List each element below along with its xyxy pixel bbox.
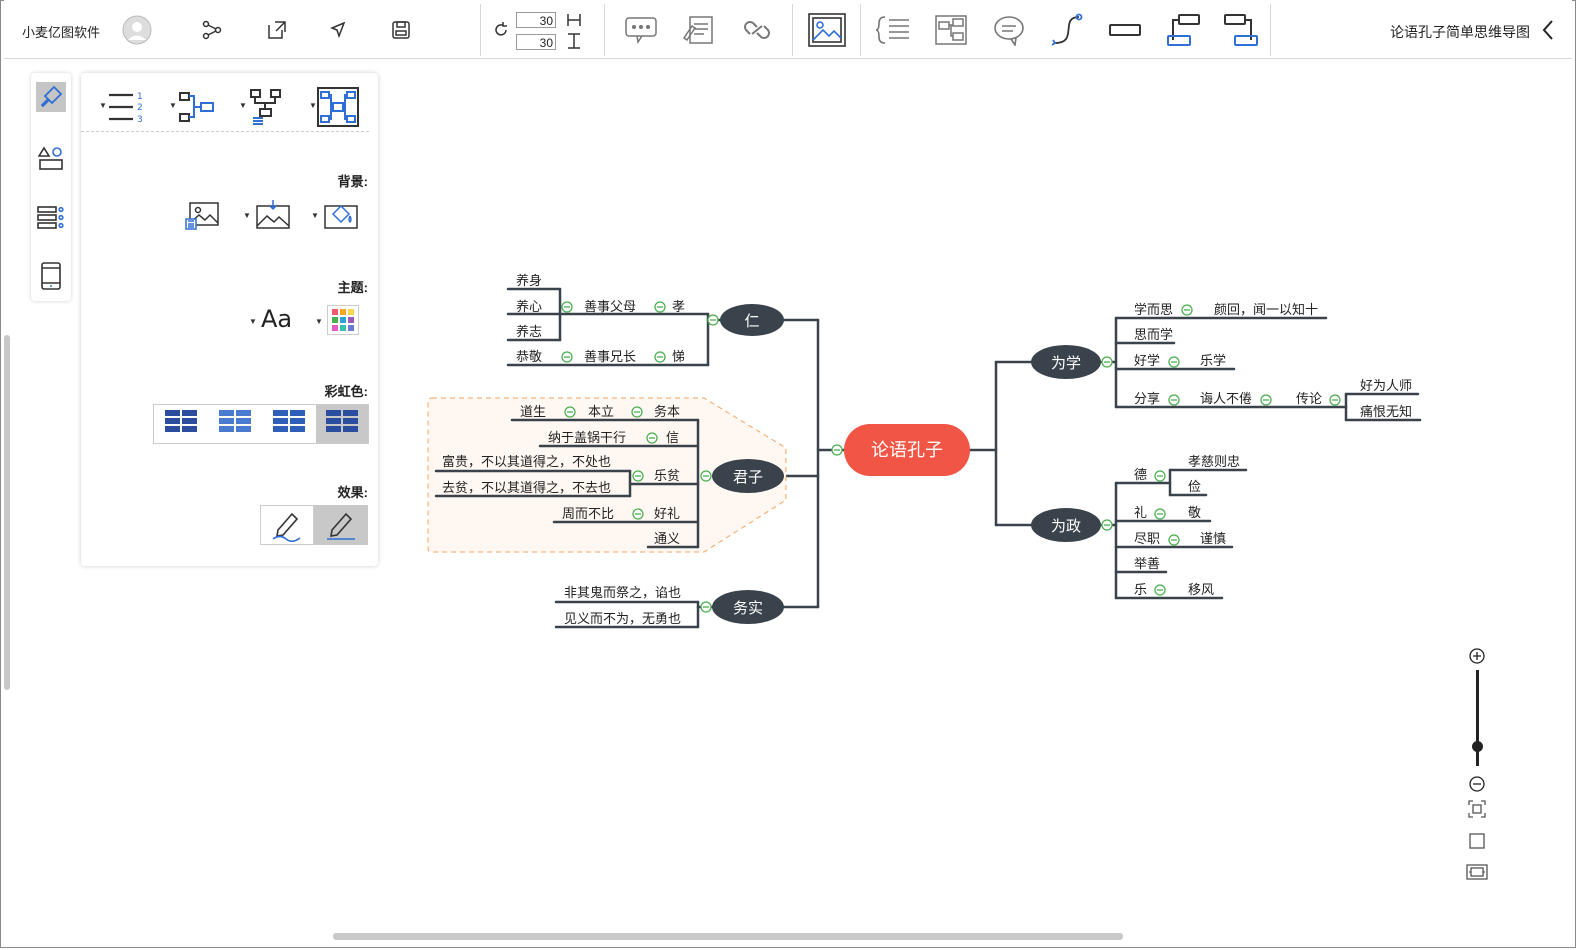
fullscreen-icon[interactable] [1466,862,1488,882]
leaf-lexue: 乐学 [1200,353,1226,368]
leaf-yifeng: 移风 [1188,582,1214,597]
leaf-jianyi: 见义而不为，无勇也 [564,611,681,626]
zoom-in-icon[interactable] [1469,648,1485,664]
leaf-juzhuan: 举善 [1134,556,1160,571]
fit-to-screen-icon[interactable] [1467,799,1487,819]
leaf-zhoububi: 周而不比 [562,506,614,521]
leaf-huirenbujuan: 诲人不倦 [1200,391,1252,406]
horizontal-scrollbar[interactable] [333,933,1123,940]
leaf-pinjian: 去贫，不以其道得之，不去也 [442,480,611,495]
leaf-siirxue: 思而学 [1134,327,1173,342]
leaf-wuben: 务本 [654,404,680,419]
mind-map-canvas: 论语孔子 仁 君子 务实 为学 为政 孝 善事父母 养身 养心 养志 悌 善事兄… [427,273,1422,629]
leaf-gongjing: 恭敬 [516,349,542,364]
main-node-junzi-label: 君子 [733,469,763,486]
leaf-shanshi-xiongzhang: 善事兄长 [584,349,636,364]
leaf-xueersi: 学而思 [1134,302,1173,317]
main-node-weizheng-label: 为政 [1051,518,1081,535]
leaf-jing: 敬 [1188,505,1201,520]
leaf-ruji: 尽职 [1134,531,1160,546]
main-node-weixue-label: 为学 [1051,355,1081,372]
zoom-out-icon[interactable] [1469,776,1485,792]
leaf-tongyi: 通义 [654,531,680,546]
leaf-de: 德 [1134,467,1147,482]
leaf-shanshi-fumu: 善事父母 [584,299,636,314]
leaf-yanhui: 颜回，闻一以知十 [1214,302,1318,317]
leaf-fenxiang: 分享 [1134,391,1160,406]
leaf-tonghenwuzhi: 痛恨无知 [1360,404,1412,419]
leaf-xiao: 孝 [672,299,685,314]
leaf-xiaocizhong: 孝慈则忠 [1188,454,1240,469]
actual-size-icon[interactable] [1467,831,1487,851]
leaf-benli: 本立 [588,404,614,419]
leaf-naji: 纳于盖锅干行 [548,430,626,445]
leaf-feiqi: 非其鬼而祭之，谄也 [564,585,681,600]
leaf-xin: 信 [666,430,679,445]
leaf-yangxin: 养心 [516,299,542,314]
root-node-label: 论语孔子 [871,440,943,460]
leaf-haoli: 好礼 [654,506,680,521]
leaf-daosheng: 道生 [520,404,546,419]
leaf-li: 礼 [1134,505,1147,520]
leaf-haoxue: 好学 [1134,353,1160,368]
leaf-yangshen: 养身 [516,273,542,288]
zoom-controls [1462,646,1492,886]
main-node-ren-label: 仁 [744,313,759,330]
leaf-fugui: 富贵，不以其道得之，不处也 [442,454,611,469]
leaf-haoweirenshi: 好为人师 [1360,378,1412,393]
leaf-yangzhi: 养志 [516,324,542,339]
main-node-wushi-label: 务实 [733,600,763,617]
leaf-le: 乐 [1134,582,1147,597]
leaf-chuanlun: 传论 [1296,391,1322,406]
leaf-leping: 乐贫 [654,468,680,483]
leaf-jian: 俭 [1188,479,1201,494]
zoom-slider-handle[interactable] [1472,741,1483,752]
leaf-ti: 悌 [672,349,685,364]
leaf-jinxin: 谨慎 [1200,531,1226,546]
